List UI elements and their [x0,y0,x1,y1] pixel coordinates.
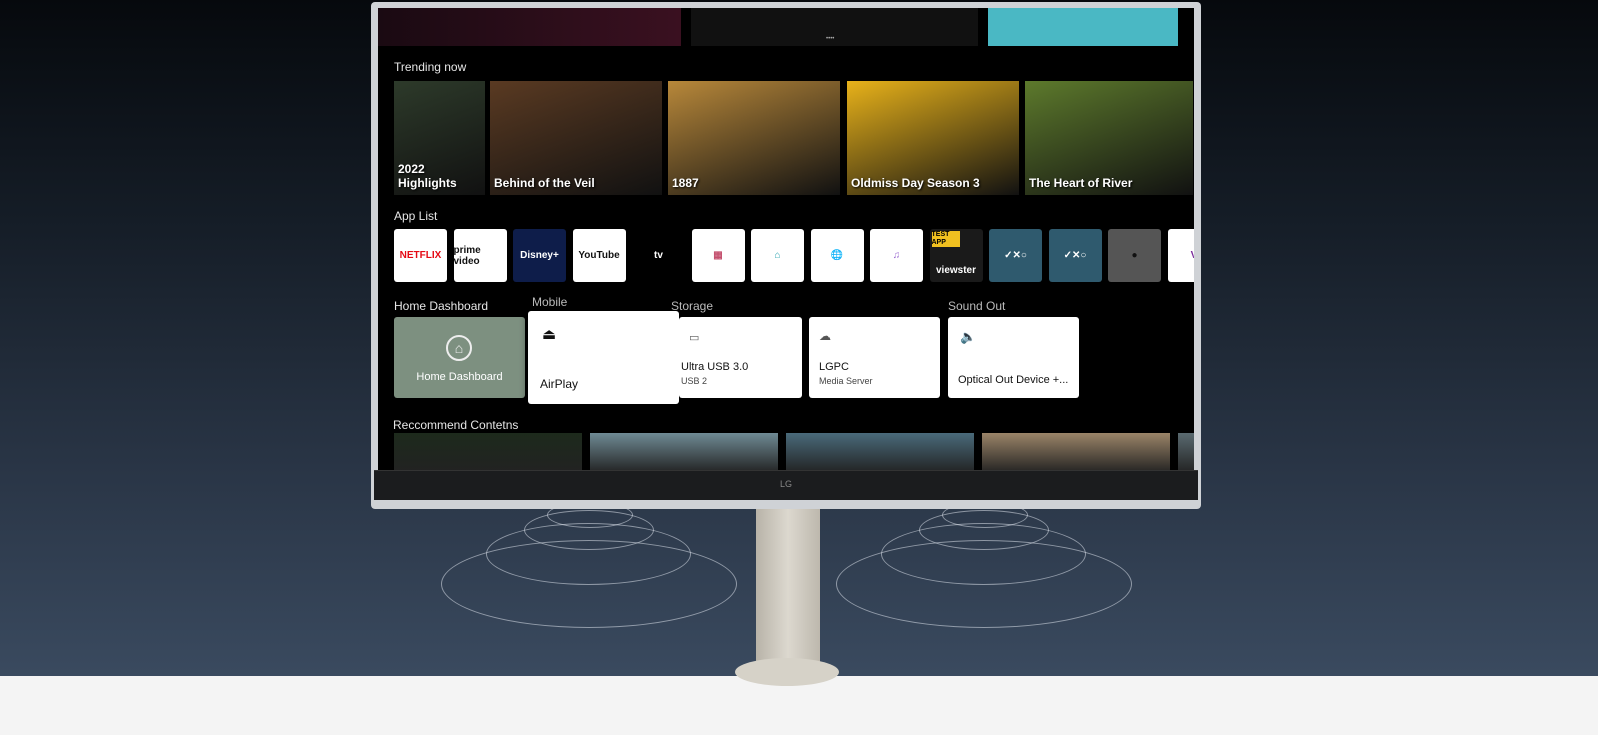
banner[interactable] [691,8,978,46]
lg-logo: LG [779,479,793,489]
app-tile[interactable]: V [1167,229,1194,282]
app-tile[interactable]: ▦ [691,229,745,282]
monitor-stand [756,509,820,669]
card-subtitle: USB 2 [681,376,708,386]
airplay-icon: ⏏ [542,326,557,343]
trending-thumbnail[interactable]: 1887 [668,81,840,195]
app-tile[interactable]: NETFLIX [394,229,447,282]
section-title: Sound Out [948,299,1006,313]
card-title: AirPlay [540,377,579,391]
recommend-thumbnail[interactable] [982,433,1170,470]
section-title: App List [394,209,438,223]
app-tile[interactable]: TEST APP viewster [929,229,983,282]
server-icon: ☁ [819,329,831,343]
app-label: prime video [453,244,481,267]
recommend-thumbnail[interactable] [786,433,974,470]
app-label: tv [654,250,663,261]
usb-icon: ▭ [689,332,700,344]
trending-thumbnail[interactable]: 2022 Highlights [394,81,485,195]
app-tile[interactable]: ⌂ [751,229,804,282]
card-title: Ultra USB 3.0 [681,361,749,373]
thumbnail-title: The Heart of River [1029,176,1133,190]
app-tile[interactable]: 🌐 [810,229,864,282]
app-tile[interactable]: ♫ [870,229,923,282]
recommend-thumbnail[interactable] [590,433,778,470]
section-title: Reccommend Contetns [393,418,519,432]
home-dashboard-card[interactable]: ⌂ Home Dashboard [394,317,525,398]
recommend-thumbnail[interactable] [1178,433,1194,470]
app-label: ✓✕○ [1063,250,1087,261]
banner[interactable] [378,8,681,46]
section-title: Trending now [394,60,467,74]
usb-card[interactable]: ▭ Ultra USB 3.0 USB 2 [679,317,802,398]
app-label: ✓✕○ [1004,250,1027,261]
tv-screen: •••• Trending now 2022 Highlights Behind … [378,8,1194,470]
app-tile[interactable]: tv [632,229,685,282]
app-tile[interactable]: Disney+ [513,229,566,282]
app-label: ● [1131,250,1138,261]
app-label: 🌐 [830,250,844,261]
card-subtitle: Media Server [819,376,873,386]
app-tile[interactable]: YouTube [572,229,626,282]
card-title: Home Dashboard [416,371,503,383]
thumbnail-title: 1887 [672,176,699,190]
card-title: Optical Out Device +... [958,374,1069,386]
airplay-card[interactable]: ⏏ AirPlay [528,311,679,404]
app-tile[interactable]: ✓✕○ [1048,229,1102,282]
app-tile[interactable]: ✓✕○ [989,229,1042,282]
app-badge: TEST APP [931,231,960,247]
app-label: Disney+ [520,250,559,261]
app-label: V [1190,250,1194,261]
trending-thumbnail[interactable]: The Heart of River [1025,81,1193,195]
recommend-thumbnail[interactable] [394,433,582,470]
trending-thumbnail[interactable]: Oldmiss Day Season 3 [847,81,1019,195]
speaker-icon: 🔈 [960,329,977,344]
trending-thumbnail[interactable]: Behind of the Veil [490,81,662,195]
section-title: Home Dashboard [394,299,489,313]
app-label: ⌂ [774,250,781,261]
banner[interactable] [988,8,1178,46]
app-tile[interactable]: ● [1108,229,1161,282]
app-label: ♫ [892,250,901,261]
app-label: ▦ [713,250,723,261]
bezel: LG [374,470,1198,500]
monitor-base [735,658,839,686]
thumbnail-title: 2022 Highlights [398,162,457,190]
media-server-card[interactable]: ☁ LGPC Media Server [809,317,940,398]
section-title: Mobile [532,295,568,309]
carousel-dots: •••• [826,36,835,42]
app-label: viewster [935,265,977,276]
card-title: LGPC [819,361,849,373]
thumbnail-title: Oldmiss Day Season 3 [851,176,980,190]
app-label: NETFLIX [399,250,442,261]
app-tile[interactable]: prime video [453,229,507,282]
monitor: •••• Trending now 2022 Highlights Behind … [371,2,1201,509]
sound-out-card[interactable]: 🔈 Optical Out Device +... [948,317,1079,398]
thumbnail-title: Behind of the Veil [494,176,595,190]
home-icon: ⌂ [446,335,472,361]
app-label: YouTube [578,250,620,261]
